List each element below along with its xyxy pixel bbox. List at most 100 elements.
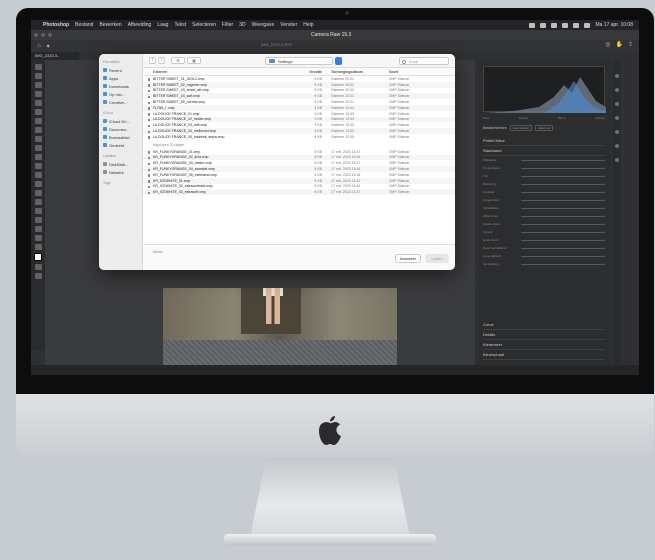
heal-tool-icon[interactable]	[615, 102, 619, 106]
slider-exposure[interactable]: Belichting	[483, 180, 605, 188]
brush-tool-icon[interactable]	[34, 127, 42, 133]
sidebar-item-recent[interactable]: Recent	[103, 66, 138, 74]
creative-cloud-icon[interactable]	[529, 22, 536, 28]
menubar-datetime[interactable]: Ma 17 apr. 10:08	[595, 22, 633, 28]
slider-track[interactable]	[521, 159, 605, 161]
sidebar-item-creative-cloud[interactable]: Creative...	[103, 98, 138, 106]
history-brush-tool-icon[interactable]	[34, 145, 42, 151]
edit-tool-icon[interactable]	[615, 74, 619, 78]
document-tab[interactable]: IMG_2333.3...	[31, 52, 79, 60]
move-tool-icon[interactable]	[34, 64, 42, 70]
slider-track[interactable]	[521, 199, 605, 201]
bluetooth-icon[interactable]	[540, 22, 547, 28]
slider-track[interactable]	[521, 247, 605, 249]
hand-icon[interactable]: ✋	[615, 41, 622, 48]
menu-item-layer[interactable]: Laag	[157, 22, 168, 28]
control-center-icon[interactable]	[584, 22, 591, 28]
slider-white-balance[interactable]: Witbalans	[483, 156, 605, 164]
mask-tool-icon[interactable]	[615, 116, 619, 120]
location-popup[interactable]: Settings	[265, 57, 333, 65]
wifi-icon[interactable]	[562, 22, 569, 28]
black-white-button[interactable]: Zwart-wit	[535, 125, 554, 131]
sidebar-item-shared[interactable]: Gedeeld	[103, 141, 138, 149]
location-chevron-icon[interactable]	[335, 57, 342, 65]
slider-clarity[interactable]: Helderheid	[483, 236, 605, 244]
slider-vibrance[interactable]: Levendigheid	[483, 252, 605, 260]
grid-view-icon[interactable]: ▦	[187, 57, 201, 64]
sidebar-item-icloud-drive[interactable]: iCloud Dri...	[103, 117, 138, 125]
slider-texture[interactable]: Textuur	[483, 228, 605, 236]
slider-temperature[interactable]: Temperatuur	[483, 164, 605, 172]
column-header-name[interactable]: Gisteren	[143, 70, 301, 74]
cancel-button[interactable]: Annuleer	[395, 254, 421, 263]
menu-item-3d[interactable]: 3D	[239, 22, 245, 28]
slider-track[interactable]	[521, 215, 605, 217]
menu-item-help[interactable]: Help	[303, 22, 313, 28]
rectangle-tool-icon[interactable]	[34, 217, 42, 223]
menu-item-edit[interactable]: Bewerken	[99, 22, 121, 28]
eyedropper-tool-icon[interactable]	[34, 109, 42, 115]
eraser-tool-icon[interactable]	[34, 154, 42, 160]
spotlight-icon[interactable]	[573, 22, 580, 28]
menu-item-type[interactable]: Tekst	[174, 22, 186, 28]
slider-track[interactable]	[521, 255, 605, 257]
quick-mask-icon[interactable]	[34, 264, 42, 270]
column-header-kind[interactable]: Soort	[385, 70, 455, 74]
menu-item-view[interactable]: Weergave	[252, 22, 275, 28]
slider-track[interactable]	[521, 231, 605, 233]
path-selection-tool-icon[interactable]	[34, 208, 42, 214]
sidebar-item-home[interactable]: Op min...	[103, 90, 138, 98]
sidebar-item-downloads[interactable]: Downloads	[103, 82, 138, 90]
slider-contrast[interactable]: Contrast	[483, 188, 605, 196]
section-curve-header[interactable]: Curve	[483, 320, 605, 330]
slider-track[interactable]	[521, 223, 605, 225]
share-icon[interactable]: ⇪	[628, 41, 633, 48]
slider-track[interactable]	[521, 183, 605, 185]
dodge-tool-icon[interactable]	[34, 181, 42, 187]
menu-item-image[interactable]: Afbeelding	[128, 22, 152, 28]
red-eye-icon[interactable]	[615, 130, 619, 134]
slider-blacks[interactable]: Zwarte tinten	[483, 220, 605, 228]
forward-icon[interactable]: ›	[158, 57, 165, 64]
pen-tool-icon[interactable]	[34, 190, 42, 196]
list-view-icon[interactable]: ☰	[171, 57, 185, 64]
blur-tool-icon[interactable]	[34, 172, 42, 178]
zoom-tool-icon[interactable]	[34, 235, 42, 241]
minimize-window-icon[interactable]	[41, 33, 45, 37]
load-button[interactable]: Laden	[425, 254, 449, 263]
sidebar-item-desktop[interactable]: Bureaublad	[103, 133, 138, 141]
slider-dehaze[interactable]: Nevel verwijderen	[483, 244, 605, 252]
slider-tint[interactable]: Tint	[483, 172, 605, 180]
slider-whites[interactable]: Witte tinten	[483, 212, 605, 220]
menu-app-name[interactable]: Photoshop	[43, 22, 69, 28]
column-header-date[interactable]: Toevoegingsdatum	[325, 70, 385, 74]
column-header-size[interactable]: Grootte	[301, 70, 325, 74]
more-options-icon[interactable]	[615, 158, 619, 162]
tool-preset-icon[interactable]: ▾	[47, 43, 50, 50]
clone-stamp-tool-icon[interactable]	[34, 136, 42, 142]
healing-brush-tool-icon[interactable]	[34, 118, 42, 124]
section-color-mixer-header[interactable]: Kleurmixer	[483, 340, 605, 350]
crop-tool-icon[interactable]	[34, 100, 42, 106]
profile-row[interactable]: Profiel Kleur	[483, 136, 605, 146]
zoom-icon[interactable]: ◎	[605, 41, 610, 48]
slider-track[interactable]	[521, 167, 605, 169]
sidebar-item-apps[interactable]: Apps	[103, 74, 138, 82]
menu-item-filter[interactable]: Filter	[222, 22, 233, 28]
slider-saturation[interactable]: Verzadiging	[483, 260, 605, 268]
slider-track[interactable]	[521, 175, 605, 177]
home-icon[interactable]: ⌂	[37, 43, 41, 49]
more-tools-icon[interactable]	[34, 244, 42, 250]
section-basic-header[interactable]: Standaard	[483, 146, 605, 156]
menu-item-select[interactable]: Selecteren	[192, 22, 216, 28]
section-details-header[interactable]: Details	[483, 330, 605, 340]
back-icon[interactable]: ‹	[149, 57, 156, 64]
sidebar-item-network[interactable]: Netwerk	[103, 168, 138, 176]
screen-mode-icon[interactable]	[34, 273, 42, 279]
type-tool-icon[interactable]	[34, 199, 42, 205]
slider-shadows[interactable]: Schaduwen	[483, 204, 605, 212]
search-input[interactable]: Zoek	[399, 57, 449, 65]
hand-tool-icon[interactable]	[34, 226, 42, 232]
marquee-tool-icon[interactable]	[34, 73, 42, 79]
slider-highlights[interactable]: Hooglichten	[483, 196, 605, 204]
